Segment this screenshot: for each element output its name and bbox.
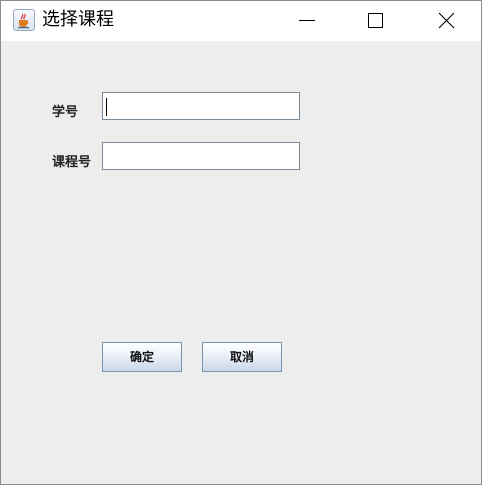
maximize-icon (368, 13, 383, 28)
close-icon (438, 12, 455, 29)
student-id-input[interactable] (102, 92, 300, 120)
maximize-button[interactable] (353, 1, 399, 41)
course-id-label: 课程号 (52, 155, 92, 170)
select-course-dialog: 选择课程 学号 课程号 确定 取消 (0, 0, 482, 485)
student-id-label: 学号 (52, 105, 79, 120)
minimize-icon (299, 20, 315, 21)
title-bar[interactable]: 选择课程 (1, 1, 481, 41)
close-button[interactable] (423, 1, 469, 41)
course-id-input[interactable] (102, 142, 300, 170)
text-caret (106, 98, 107, 116)
java-cup-icon (13, 9, 35, 31)
cancel-button[interactable]: 取消 (202, 342, 282, 372)
confirm-button[interactable]: 确定 (102, 342, 182, 372)
minimize-button[interactable] (283, 1, 329, 41)
window-title: 选择课程 (42, 9, 114, 30)
